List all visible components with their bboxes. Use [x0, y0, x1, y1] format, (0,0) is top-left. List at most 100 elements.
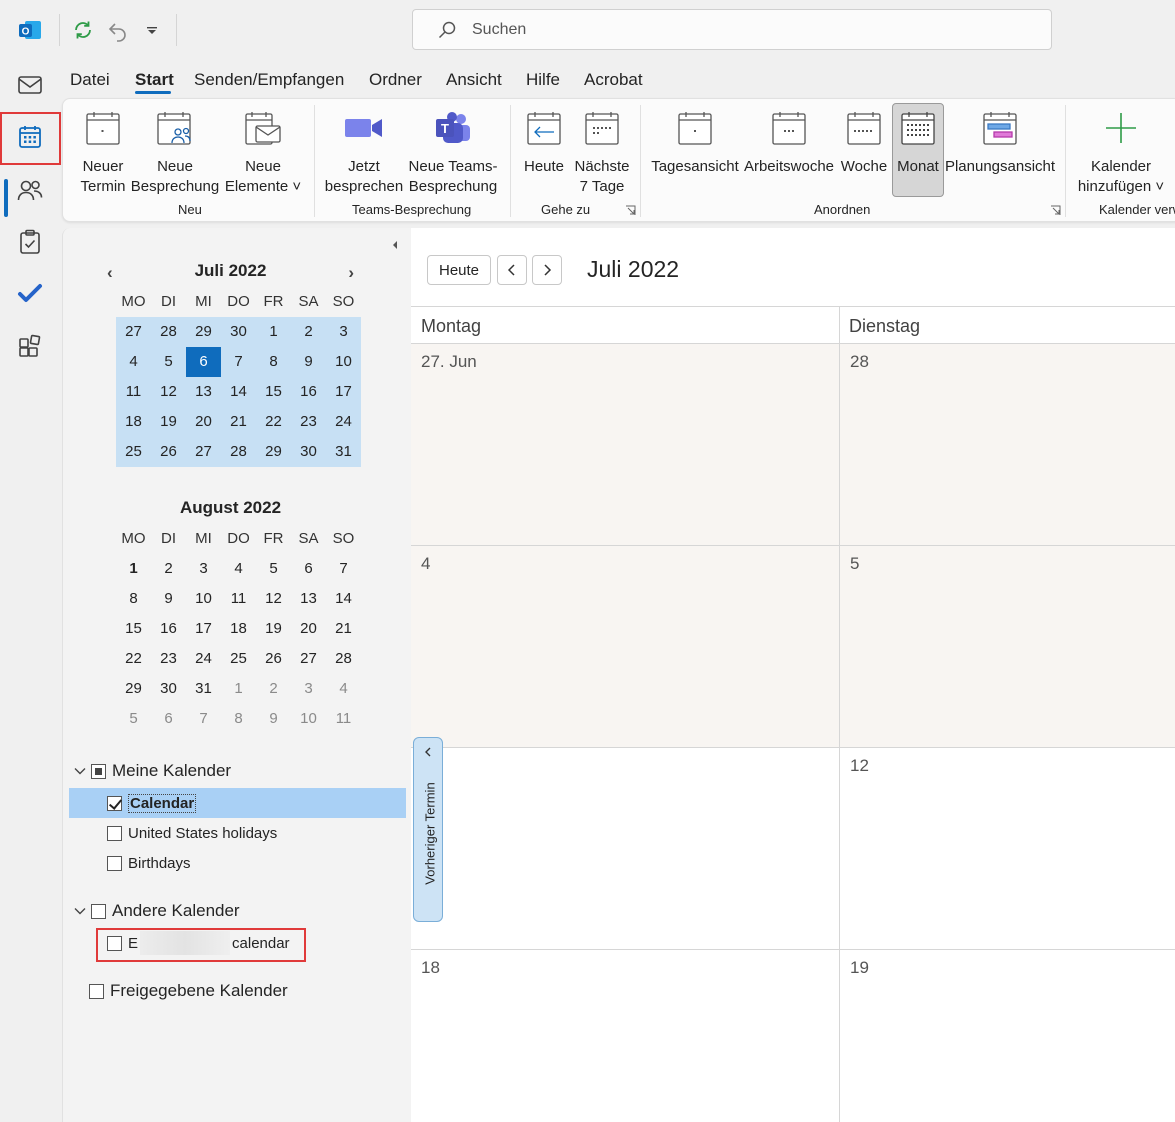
us-holidays-checkbox[interactable]: [107, 825, 122, 841]
mini-day[interactable]: 12: [256, 584, 291, 614]
undo-icon[interactable]: [104, 16, 132, 44]
people-icon[interactable]: [14, 174, 46, 206]
mini-day[interactable]: 4: [326, 674, 361, 704]
calendar-item-calendar[interactable]: Calendar: [107, 789, 197, 817]
mini-day[interactable]: 24: [186, 644, 221, 674]
chevron-down-icon[interactable]: [73, 764, 87, 778]
mini-day[interactable]: 1: [256, 317, 291, 347]
birthdays-checkbox[interactable]: [107, 855, 122, 871]
mini-day[interactable]: 7: [221, 347, 256, 377]
mini-day[interactable]: 28: [151, 317, 186, 347]
mini-day[interactable]: 1: [221, 674, 256, 704]
neue-teams-besprechung-button[interactable]: T Neue Teams- Besprechung: [407, 107, 499, 197]
chevron-down-icon[interactable]: [73, 904, 87, 918]
mini-day[interactable]: 29: [116, 674, 151, 704]
mini-day[interactable]: 22: [256, 407, 291, 437]
kalender-hinzufuegen-button[interactable]: Kalender hinzufügen ˅: [1075, 107, 1167, 197]
mini-day[interactable]: 23: [151, 644, 186, 674]
neue-elemente-button[interactable]: Neue Elemente ˅: [223, 107, 303, 197]
mini-day[interactable]: 28: [221, 437, 256, 467]
mini-day[interactable]: 21: [326, 614, 361, 644]
day-cell[interactable]: 27. Jun: [411, 343, 839, 545]
mini-day[interactable]: 18: [221, 614, 256, 644]
mini-day[interactable]: 4: [221, 554, 256, 584]
mini-day[interactable]: 6: [291, 554, 326, 584]
tab-start[interactable]: Start: [135, 70, 174, 90]
collapse-pane-icon[interactable]: [388, 238, 402, 255]
tab-hilfe[interactable]: Hilfe: [526, 70, 560, 90]
mini-day[interactable]: 15: [256, 377, 291, 407]
mini-day[interactable]: 11: [221, 584, 256, 614]
mini-day[interactable]: 26: [151, 437, 186, 467]
calendar-item-us-holidays[interactable]: United States holidays: [107, 819, 277, 847]
mini-day[interactable]: 30: [151, 674, 186, 704]
day-cell[interactable]: 19: [840, 949, 1175, 1122]
mini-next-icon[interactable]: ›: [348, 263, 354, 283]
jetzt-besprechen-button[interactable]: Jetzt besprechen: [324, 107, 404, 197]
mini-day[interactable]: 8: [116, 584, 151, 614]
tasks-icon[interactable]: [14, 226, 46, 258]
mini-day[interactable]: 5: [116, 704, 151, 734]
mini-day[interactable]: 16: [291, 377, 326, 407]
mini-day[interactable]: 27: [291, 644, 326, 674]
mini-day[interactable]: 2: [256, 674, 291, 704]
mini-day[interactable]: 20: [291, 614, 326, 644]
mini-day[interactable]: 8: [256, 347, 291, 377]
day-cell[interactable]: 5: [840, 545, 1175, 747]
mini-day[interactable]: 18: [116, 407, 151, 437]
mini-day[interactable]: 9: [151, 584, 186, 614]
mini-day[interactable]: 27: [186, 437, 221, 467]
tab-ordner[interactable]: Ordner: [369, 70, 422, 90]
mini-day[interactable]: 24: [326, 407, 361, 437]
mini-day[interactable]: 30: [291, 437, 326, 467]
heute-button[interactable]: Heute: [521, 107, 567, 177]
group-checkbox[interactable]: [89, 983, 104, 999]
mini-day[interactable]: 12: [151, 377, 186, 407]
mini-day[interactable]: 10: [186, 584, 221, 614]
mini-day[interactable]: 5: [256, 554, 291, 584]
apps-icon[interactable]: [14, 330, 46, 362]
mini-day[interactable]: 19: [151, 407, 186, 437]
mini-prev-icon[interactable]: ‹: [107, 263, 113, 283]
day-cell[interactable]: [411, 747, 839, 949]
planungsansicht-button[interactable]: Planungsansicht: [945, 107, 1055, 177]
mini-day[interactable]: 7: [326, 554, 361, 584]
day-cell[interactable]: 4: [411, 545, 839, 747]
group-meine-kalender[interactable]: Meine Kalender: [73, 757, 231, 785]
mini-day[interactable]: 1: [116, 554, 151, 584]
mini-day[interactable]: 14: [326, 584, 361, 614]
mini-day[interactable]: 28: [326, 644, 361, 674]
tab-acrobat[interactable]: Acrobat: [584, 70, 643, 90]
group-freigegebene-kalender[interactable]: Freigegebene Kalender: [89, 977, 288, 1005]
mini-day[interactable]: 30: [221, 317, 256, 347]
day-cell[interactable]: 12: [840, 747, 1175, 949]
mini-day[interactable]: 20: [186, 407, 221, 437]
customize-qat-icon[interactable]: [138, 16, 166, 44]
mini-day[interactable]: 31: [326, 437, 361, 467]
mini-day[interactable]: 2: [291, 317, 326, 347]
mail-icon[interactable]: [14, 69, 46, 101]
mini-day[interactable]: 21: [221, 407, 256, 437]
mini-day[interactable]: 22: [116, 644, 151, 674]
day-cell[interactable]: 18: [411, 949, 839, 1122]
neue-besprechung-button[interactable]: Neue Besprechung: [131, 107, 219, 197]
search-box[interactable]: Suchen: [412, 9, 1052, 50]
calendar-checkbox[interactable]: [107, 795, 122, 811]
group-andere-kalender[interactable]: Andere Kalender: [73, 897, 240, 925]
mini-day[interactable]: 11: [116, 377, 151, 407]
mini-day[interactable]: 17: [186, 614, 221, 644]
mini-day[interactable]: 3: [291, 674, 326, 704]
mini-day[interactable]: 25: [116, 437, 151, 467]
mini-day[interactable]: 29: [256, 437, 291, 467]
mini-day[interactable]: 23: [291, 407, 326, 437]
mini-day[interactable]: 9: [256, 704, 291, 734]
mini-day[interactable]: 6: [186, 347, 221, 377]
mini-day[interactable]: 26: [256, 644, 291, 674]
neuer-termin-button[interactable]: Neuer Termin: [79, 107, 127, 197]
calendar-item-birthdays[interactable]: Birthdays: [107, 849, 191, 877]
arbeitswoche-button[interactable]: Arbeitswoche: [743, 107, 835, 177]
mini-day[interactable]: 15: [116, 614, 151, 644]
day-cell[interactable]: 28: [840, 343, 1175, 545]
today-button[interactable]: Heute: [427, 255, 491, 285]
mini-day[interactable]: 11: [326, 704, 361, 734]
